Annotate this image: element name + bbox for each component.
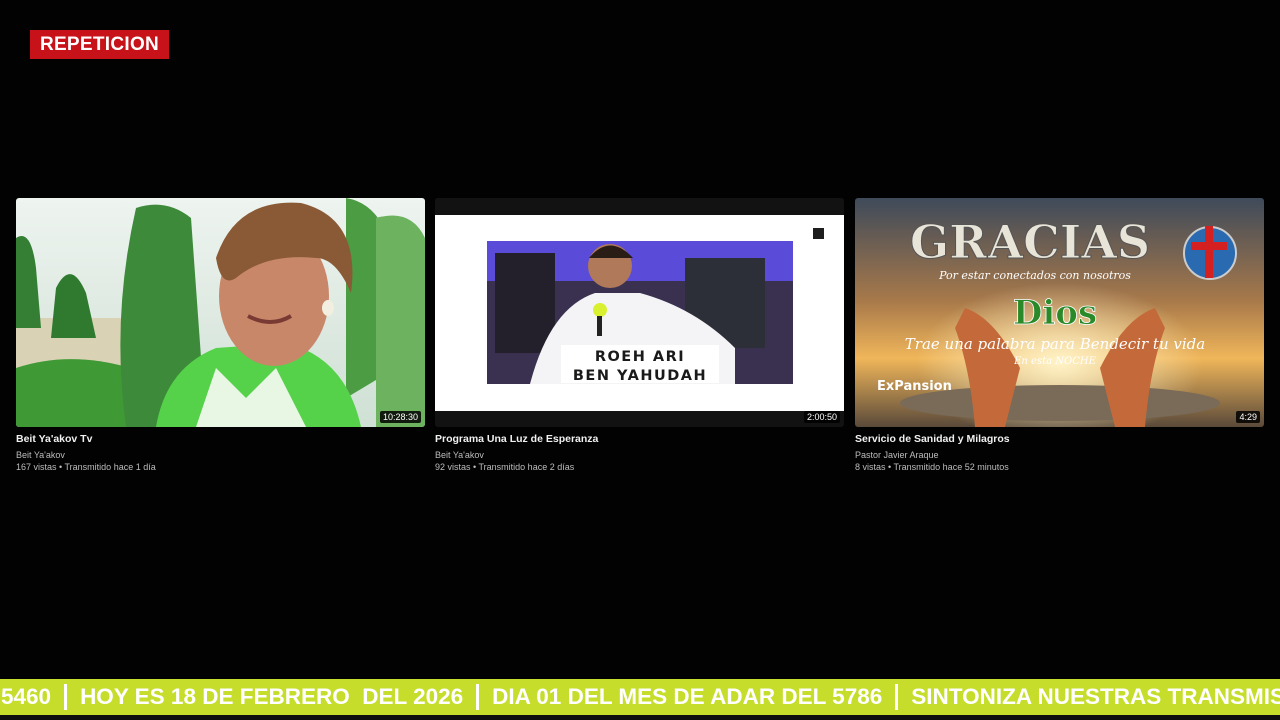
video-duration: 2:00:50 bbox=[803, 411, 840, 423]
poster-brand: ExPansion bbox=[877, 379, 952, 394]
woman-speaking-thumbnail-image bbox=[16, 198, 425, 427]
ticker-segment: 5460 bbox=[1, 684, 52, 709]
video-title[interactable]: Programa Una Luz de Esperanza bbox=[435, 433, 844, 445]
video-card[interactable]: 10:28:30 Beit Ya'akov Tv Beit Ya'akov 16… bbox=[16, 198, 425, 472]
video-card[interactable]: ROEH ARI BEN YAHUDAH 2:00:50 Programa Un… bbox=[435, 198, 844, 472]
video-title[interactable]: Beit Ya'akov Tv bbox=[16, 433, 425, 445]
channel-name[interactable]: Beit Ya'akov bbox=[16, 450, 425, 460]
video-meta: 92 vistas • Transmitido hace 2 días bbox=[435, 462, 575, 472]
gracias-poster-thumbnail-image: GRACIAS Por estar conectados con nosotro… bbox=[855, 198, 1264, 427]
ticker-segment: HOY ES 18 DE FEBRERO DEL 2026 bbox=[80, 684, 464, 709]
video-thumbnail[interactable]: 10:28:30 bbox=[16, 198, 425, 427]
video-thumbnail[interactable]: ROEH ARI BEN YAHUDAH 2:00:50 bbox=[435, 198, 844, 427]
video-card[interactable]: GRACIAS Por estar conectados con nosotro… bbox=[855, 198, 1264, 472]
bottom-strip bbox=[0, 715, 1280, 720]
channel-name[interactable]: Pastor Javier Araque bbox=[855, 450, 1264, 460]
preacher-thumbnail-image: ROEH ARI BEN YAHUDAH bbox=[435, 198, 844, 427]
replay-badge: REPETICION bbox=[30, 30, 169, 59]
ticker-track: 5460 HOY ES 18 DE FEBRERO DEL 2026 DIA 0… bbox=[0, 679, 1280, 715]
video-title[interactable]: Servicio de Sanidad y Milagros bbox=[855, 433, 1264, 445]
video-meta: 167 vistas • Transmitido hace 1 día bbox=[16, 462, 156, 472]
poster-subtitle: Por estar conectados con nosotros bbox=[938, 269, 1131, 282]
channel-name[interactable]: Beit Ya'akov bbox=[435, 450, 844, 460]
ticker-segment: DIA 01 DEL MES DE ADAR DEL 5786 bbox=[492, 684, 883, 709]
poster-title: GRACIAS bbox=[910, 215, 1150, 269]
news-ticker: 5460 HOY ES 18 DE FEBRERO DEL 2026 DIA 0… bbox=[0, 679, 1280, 715]
video-duration: 4:29 bbox=[1236, 411, 1260, 423]
ticker-segment: SINTONIZA NUESTRAS TRANSMIS bbox=[911, 684, 1280, 709]
poster-small: En esta NOCHE bbox=[1013, 356, 1096, 367]
poster-line: Trae una palabra para Bendecir tu vida bbox=[905, 335, 1205, 353]
video-thumbnail[interactable]: GRACIAS Por estar conectados con nosotro… bbox=[855, 198, 1264, 427]
video-meta: 8 vistas • Transmitido hace 52 minutos bbox=[855, 462, 1009, 472]
poster-word: Dios bbox=[1013, 293, 1097, 333]
banner-line-2: BEN YAHUDAH bbox=[573, 368, 707, 384]
banner-line-1: ROEH ARI bbox=[595, 349, 685, 365]
video-duration: 10:28:30 bbox=[379, 411, 421, 423]
